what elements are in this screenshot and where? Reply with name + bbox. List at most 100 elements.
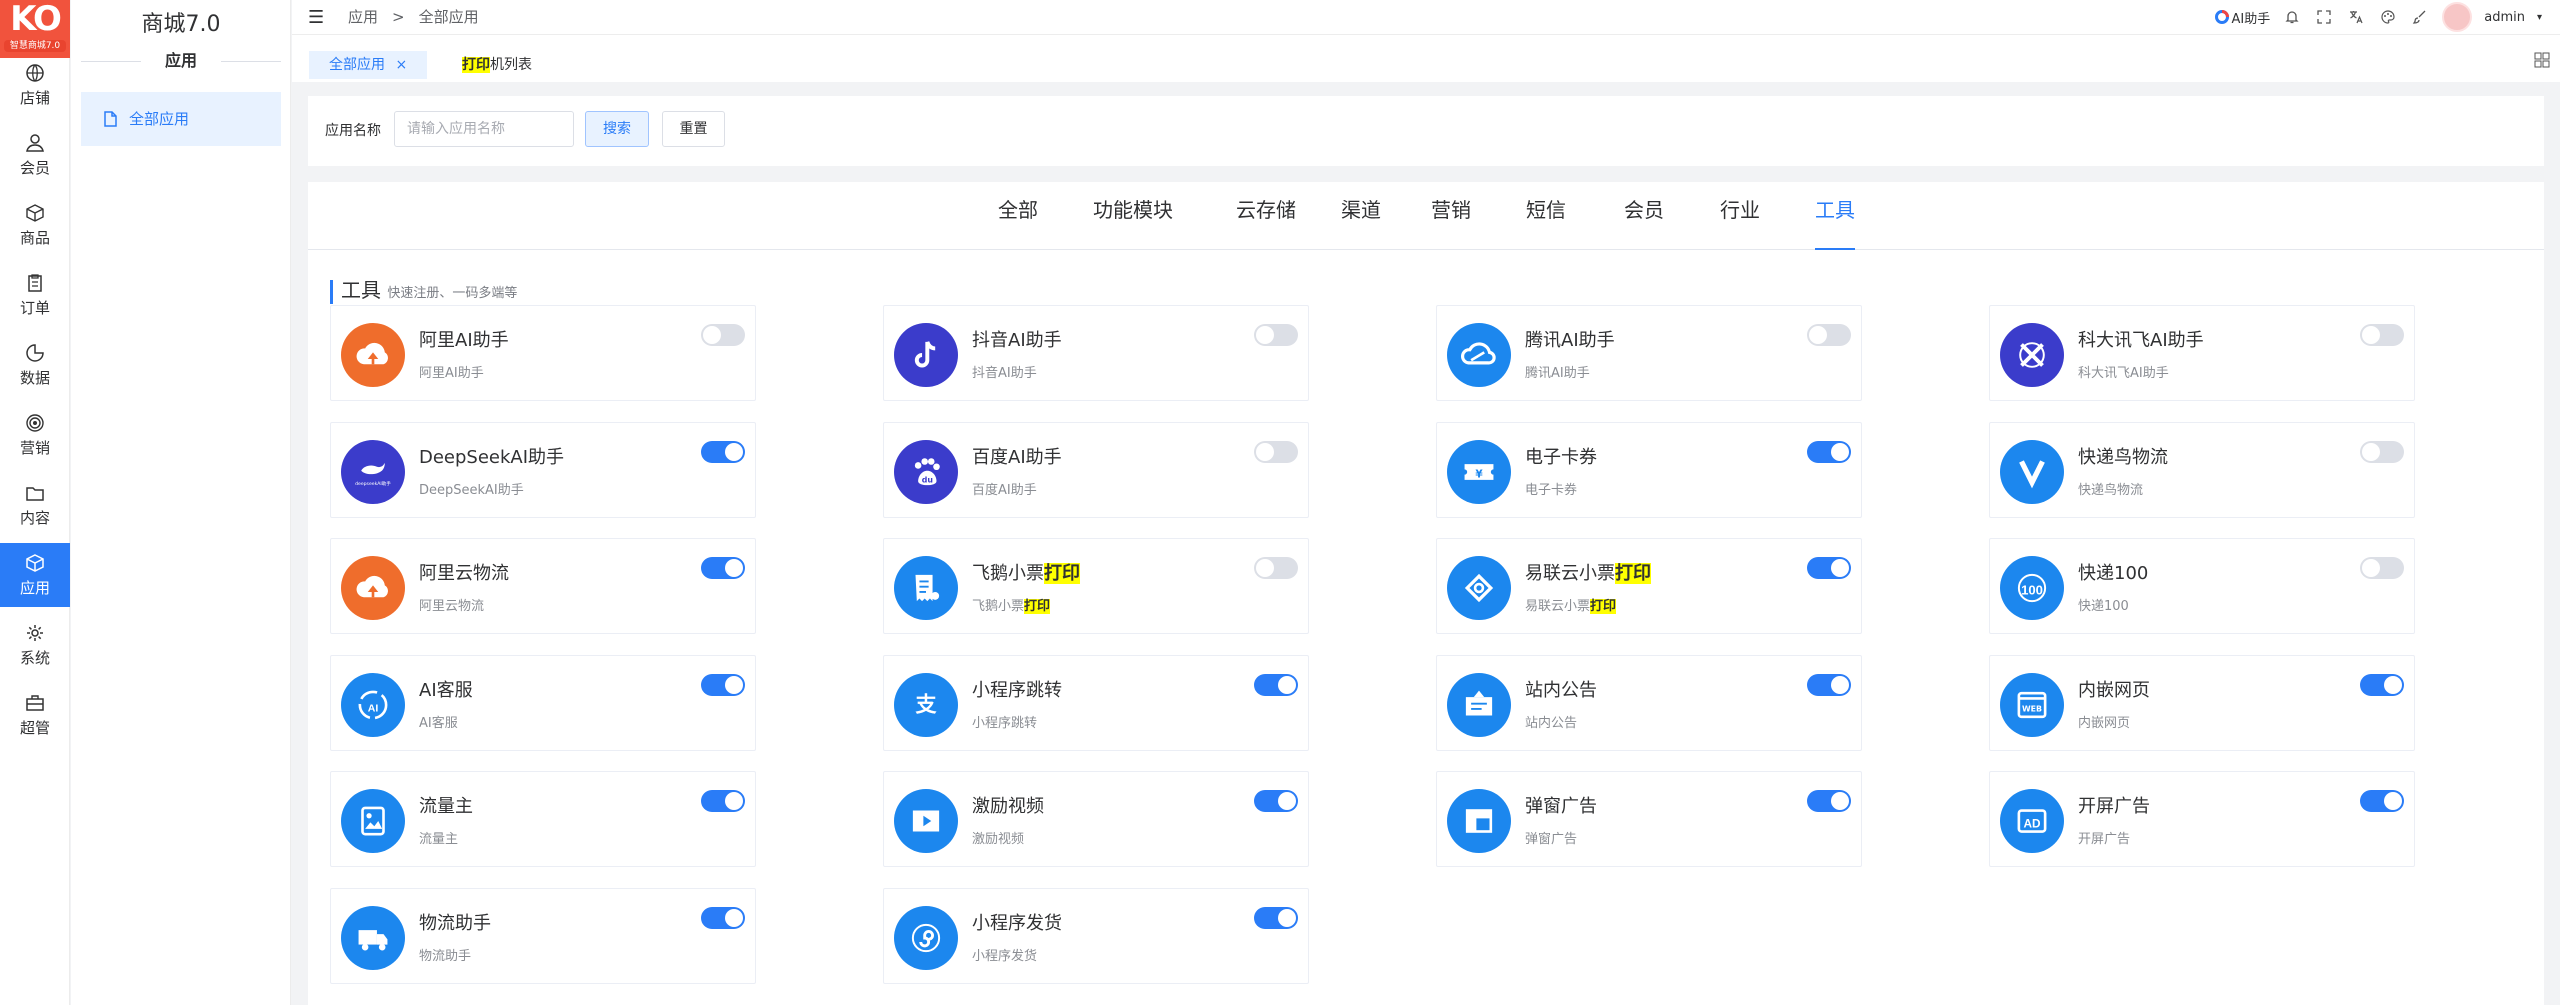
app-name-highlight: 打印: [1044, 563, 1080, 584]
app-card[interactable]: 物流助手 物流助手: [330, 888, 756, 984]
app-enable-toggle[interactable]: [1807, 674, 1851, 696]
category-tab[interactable]: 会员: [1624, 196, 1664, 250]
brush-icon[interactable]: [2410, 7, 2430, 27]
tab-printer-list[interactable]: 打印机列表: [442, 51, 552, 79]
app-card[interactable]: 支小程序跳转 小程序跳转: [883, 655, 1309, 751]
app-card[interactable]: WEB 内嵌网页 内嵌网页: [1989, 655, 2415, 751]
app-enable-toggle[interactable]: [1807, 557, 1851, 579]
app-enable-toggle[interactable]: [2360, 557, 2404, 579]
user-name[interactable]: admin: [2484, 10, 2525, 25]
tab-close-icon[interactable]: ×: [395, 57, 407, 73]
apps-panel: 全部 功能模块 云存储 渠道 营销 短信 会员 行业 工具 工具 快速注册、一码多端等 阿里AI…: [308, 182, 2544, 1005]
app-card[interactable]: 科大讯飞AI助手 科大讯飞AI助手: [1989, 305, 2415, 401]
app-card[interactable]: AI AI客服 AI客服: [330, 655, 756, 751]
app-card[interactable]: 100 快递100 快递100: [1989, 538, 2415, 634]
app-name: 弹窗广告: [1525, 792, 1597, 818]
category-tab[interactable]: 短信: [1526, 196, 1566, 250]
app-card[interactable]: 抖音AI助手 抖音AI助手: [883, 305, 1309, 401]
app-enable-toggle[interactable]: [1807, 790, 1851, 812]
app-name: 快递鸟物流: [2078, 443, 2168, 469]
app-enable-toggle[interactable]: [2360, 790, 2404, 812]
receipt-icon: [894, 556, 958, 620]
tab-all-apps[interactable]: 全部应用 ×: [309, 51, 428, 79]
app-card[interactable]: 快递鸟物流 快递鸟物流: [1989, 422, 2415, 518]
app-enable-toggle[interactable]: [701, 324, 745, 346]
app-card[interactable]: 腾讯AI助手 腾讯AI助手: [1436, 305, 1862, 401]
category-tab[interactable]: 全部: [998, 196, 1038, 250]
app-enable-toggle[interactable]: [701, 674, 745, 696]
menu-toggle-icon[interactable]: ☰: [308, 7, 324, 28]
tab-label: 机列表: [490, 57, 532, 73]
app-card[interactable]: AD 开屏广告 开屏广告: [1989, 771, 2415, 867]
app-card[interactable]: 激励视频 激励视频: [883, 771, 1309, 867]
category-tab[interactable]: 工具: [1815, 196, 1855, 250]
app-enable-toggle[interactable]: [2360, 674, 2404, 696]
app-description: 腾讯AI助手: [1525, 362, 1590, 381]
app-card[interactable]: ¥ 电子卡券 电子卡券: [1436, 422, 1862, 518]
category-tab[interactable]: 行业: [1720, 196, 1760, 250]
app-enable-toggle[interactable]: [1807, 324, 1851, 346]
category-tab[interactable]: 功能模块: [1093, 196, 1173, 250]
app-enable-toggle[interactable]: [701, 441, 745, 463]
popup-icon: [1447, 789, 1511, 853]
grid-icon[interactable]: [2534, 52, 2550, 72]
app-card[interactable]: deepseekAI助手 DeepSeekAI助手 DeepSeekAI助手: [330, 422, 756, 518]
app-enable-toggle[interactable]: [1254, 790, 1298, 812]
app-card[interactable]: 流量主 流量主: [330, 771, 756, 867]
app-enable-toggle[interactable]: [701, 557, 745, 579]
translate-icon[interactable]: [2346, 7, 2366, 27]
app-enable-toggle[interactable]: [1254, 674, 1298, 696]
app-card[interactable]: 飞鹅小票打印 飞鹅小票打印: [883, 538, 1309, 634]
app-desc-text: DeepSeekAI助手: [419, 483, 524, 498]
category-tab[interactable]: 营销: [1431, 196, 1471, 250]
rail-item-5[interactable]: 营销: [0, 403, 70, 467]
rail-item-4[interactable]: 数据: [0, 333, 70, 397]
app-enable-toggle[interactable]: [2360, 441, 2404, 463]
rail-item-8[interactable]: 系统: [0, 613, 70, 677]
reset-button[interactable]: 重置: [662, 111, 725, 147]
app-card[interactable]: 阿里云物流 阿里云物流: [330, 538, 756, 634]
app-name-input[interactable]: 请输入应用名称: [394, 111, 574, 147]
rail-item-3[interactable]: 订单: [0, 263, 70, 327]
app-card[interactable]: 小程序发货 小程序发货: [883, 888, 1309, 984]
rail-item-0[interactable]: 店铺: [0, 53, 70, 117]
rail-item-7[interactable]: 应用: [0, 543, 70, 607]
app-desc-text: 抖音AI助手: [972, 366, 1037, 381]
app-card[interactable]: du 百度AI助手 百度AI助手: [883, 422, 1309, 518]
app-enable-toggle[interactable]: [1254, 324, 1298, 346]
app-card[interactable]: 弹窗广告 弹窗广告: [1436, 771, 1862, 867]
search-button[interactable]: 搜索: [585, 111, 649, 147]
baidu-paw-icon: du: [894, 440, 958, 504]
app-desc-text: 百度AI助手: [972, 483, 1037, 498]
app-card[interactable]: 站内公告 站内公告: [1436, 655, 1862, 751]
sidebar-item-all-apps[interactable]: 全部应用: [81, 92, 281, 146]
app-name-text: 开屏广告: [2078, 796, 2150, 817]
palette-icon[interactable]: [2378, 7, 2398, 27]
app-enable-toggle[interactable]: [701, 907, 745, 929]
section-title-text: 工具: [341, 278, 381, 302]
app-name-label: 应用名称: [325, 123, 381, 139]
category-tab[interactable]: 渠道: [1341, 196, 1381, 250]
app-card[interactable]: 易联云小票打印 易联云小票打印: [1436, 538, 1862, 634]
app-enable-toggle[interactable]: [701, 790, 745, 812]
chevron-down-icon[interactable]: ▾: [2537, 12, 2542, 23]
app-enable-toggle[interactable]: [1254, 441, 1298, 463]
category-tab[interactable]: 云存储: [1236, 196, 1296, 250]
rail-item-2[interactable]: 商品: [0, 193, 70, 257]
app-enable-toggle[interactable]: [2360, 324, 2404, 346]
fullscreen-icon[interactable]: [2314, 7, 2334, 27]
rail-item-9[interactable]: 超管: [0, 683, 70, 747]
app-enable-toggle[interactable]: [1254, 557, 1298, 579]
search-form: 应用名称 请输入应用名称 搜索 重置: [308, 96, 2544, 166]
app-enable-toggle[interactable]: [1807, 441, 1851, 463]
rail-item-6[interactable]: 内容: [0, 473, 70, 537]
breadcrumb-root[interactable]: 应用: [348, 8, 378, 26]
ai-assistant-button[interactable]: AI助手: [2214, 8, 2270, 27]
user-avatar[interactable]: [2442, 2, 2473, 32]
rail-item-1[interactable]: 会员: [0, 123, 70, 187]
brand-logo[interactable]: KO 智慧商城7.0: [0, 0, 70, 58]
app-enable-toggle[interactable]: [1254, 907, 1298, 929]
breadcrumb-current: 全部应用: [418, 8, 479, 26]
bell-icon[interactable]: [2282, 7, 2302, 27]
app-card[interactable]: 阿里AI助手 阿里AI助手: [330, 305, 756, 401]
